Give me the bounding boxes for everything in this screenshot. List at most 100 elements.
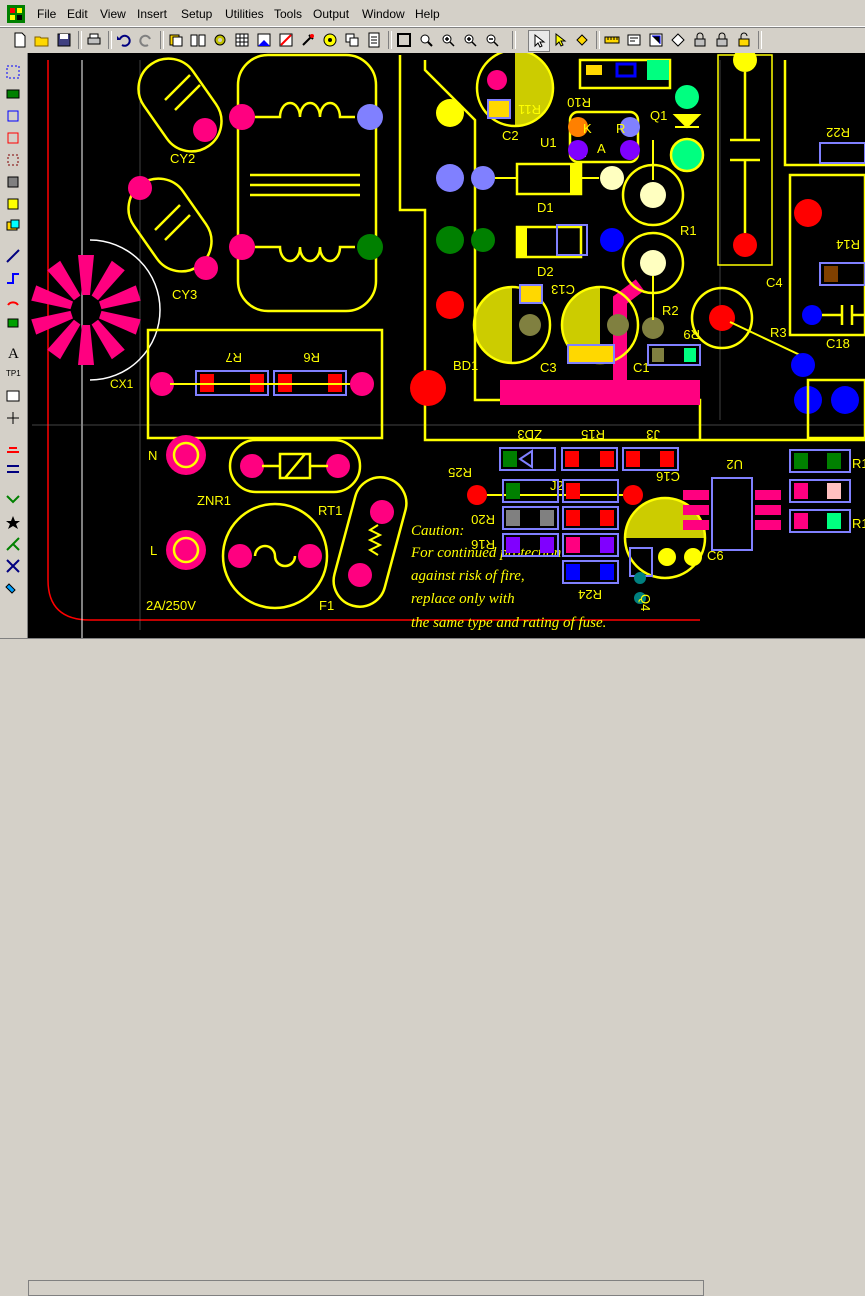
list-icon[interactable] [364,30,384,50]
ruler-icon[interactable] [602,30,622,50]
place-pad-icon[interactable] [3,107,23,125]
cx1-capacitor[interactable] [146,328,384,440]
zoom-out-icon[interactable] [482,30,502,50]
zd3-zener[interactable] [499,447,556,471]
cy3-capacitor[interactable] [117,167,224,283]
open-icon[interactable] [32,30,52,50]
d1-diode[interactable] [471,162,624,196]
c18-capacitor[interactable] [802,305,865,325]
cut-icon[interactable] [3,557,23,575]
redo-icon[interactable] [136,30,156,50]
r22-resistor[interactable] [819,142,865,164]
c1-capacitor[interactable] [560,285,640,365]
menu-utilities[interactable]: Utilities [225,7,264,21]
route-icon[interactable] [276,30,296,50]
menu-tools[interactable]: Tools [274,7,302,21]
undo-icon[interactable] [114,30,134,50]
connector-l[interactable] [166,530,206,570]
place-copper-icon[interactable] [3,217,23,235]
f1-fuse[interactable] [221,502,329,610]
label-c2: C2 [502,128,519,143]
3d-icon[interactable] [3,313,23,331]
q1-transistor[interactable] [669,85,705,173]
grid-icon[interactable] [232,30,252,50]
text-icon[interactable]: A [3,343,23,361]
menu-output[interactable]: Output [313,7,349,21]
copy-icon[interactable] [166,30,186,50]
new-icon[interactable] [10,30,30,50]
place-fill-icon[interactable] [3,151,23,169]
zoom-in-icon[interactable] [460,30,480,50]
label-r15: R15 [581,427,605,442]
route-icon[interactable] [3,269,23,287]
pcb-canvas[interactable]: CY2 CY3 CX1 R7 R6 N L ZNR1 RT1 F1 2A/250… [28,53,865,638]
r9-resistor[interactable] [647,344,701,366]
dimension-icon[interactable] [3,387,23,405]
zoom-window-icon[interactable] [416,30,436,50]
right-resistor-stack[interactable] [789,449,851,533]
label-k: K [583,121,592,136]
menu-edit[interactable]: Edit [67,7,88,21]
arc-icon[interactable] [3,291,23,309]
d2-diode[interactable] [471,224,624,259]
place-line-icon[interactable] [3,247,23,265]
menu-help[interactable]: Help [415,7,440,21]
place-via-icon[interactable] [3,129,23,147]
menu-view[interactable]: View [100,7,126,21]
star-icon[interactable] [3,513,23,531]
pad [794,199,822,227]
zoom-in-icon[interactable] [438,30,458,50]
rt1-thermistor[interactable] [328,472,412,613]
place-text-block-icon[interactable] [3,195,23,213]
properties-icon[interactable] [342,30,362,50]
settings-icon[interactable] [624,30,644,50]
label-r11: R11 [518,102,541,117]
board-outline-icon[interactable] [3,409,23,427]
r15-resistor[interactable] [561,447,618,471]
menu-window[interactable]: Window [362,7,405,21]
r2-resistor[interactable] [621,231,685,339]
layers-icon[interactable] [646,30,666,50]
transformer[interactable] [229,53,383,313]
menu-insert[interactable]: Insert [137,7,167,21]
label-r10: R10 [567,95,591,110]
label-bd1: BD1 [453,358,478,373]
place-part-icon[interactable] [3,85,23,103]
component-move-icon[interactable] [3,461,23,479]
drc-icon[interactable] [668,30,688,50]
lock-icon[interactable] [712,30,732,50]
net-icon[interactable] [3,439,23,457]
pointer-icon[interactable] [528,30,550,52]
j3-jumper[interactable] [622,447,679,471]
menu-file[interactable]: File [37,7,56,21]
lock-icon[interactable] [690,30,710,50]
unlock-icon[interactable] [734,30,754,50]
select-area-icon[interactable] [3,63,23,81]
paint-icon[interactable] [3,579,23,597]
image-icon[interactable] [254,30,274,50]
tp-icon[interactable]: TP1 [3,365,23,383]
split-icon[interactable] [3,535,23,553]
toolbar-separator [78,31,82,49]
print-icon[interactable] [84,30,104,50]
c3-capacitor[interactable] [472,284,552,365]
gear-icon[interactable] [210,30,230,50]
place-keepout-icon[interactable] [3,173,23,191]
horizontal-scrollbar[interactable] [28,1280,704,1296]
r3-resistor[interactable] [690,286,801,356]
library-icon[interactable] [188,30,208,50]
save-icon[interactable] [54,30,74,50]
node-icon[interactable] [3,491,23,509]
menu-setup[interactable]: Setup [181,7,212,21]
znr1-varistor[interactable] [228,438,362,494]
fill-icon[interactable] [572,30,592,50]
c4-capacitor[interactable] [717,53,773,266]
connector-n[interactable] [166,435,206,475]
zoom-fit-icon[interactable] [394,30,414,50]
u2-ic[interactable] [683,477,781,551]
net-icon[interactable] [320,30,340,50]
select-icon[interactable] [550,30,570,50]
label-r15-side: R15 [852,516,865,531]
component-icon[interactable] [298,30,318,50]
cy2-capacitor[interactable] [127,53,234,163]
